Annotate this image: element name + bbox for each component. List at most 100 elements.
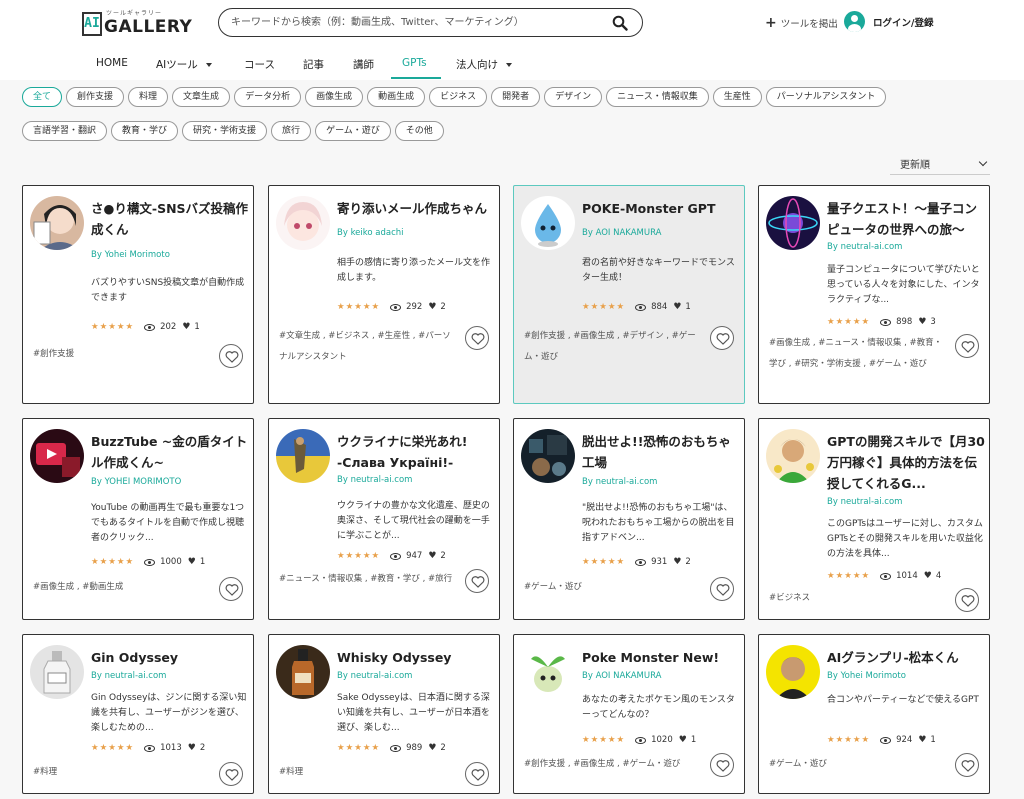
gpt-card[interactable]: Gin Odyssey By neutral-ai.com Gin Odysse… — [22, 634, 254, 794]
filter-chip[interactable]: 生産性 — [712, 87, 762, 107]
sort-select[interactable]: 更新順 — [890, 153, 990, 175]
filter-chip[interactable]: ゲーム・遊び — [315, 121, 391, 141]
card-author[interactable]: By YOHEI MORIMOTO — [91, 477, 181, 487]
like-button[interactable] — [710, 753, 734, 777]
card-author[interactable]: By keiko adachi — [337, 228, 404, 238]
filter-chip[interactable]: 開発者 — [491, 87, 541, 107]
logo-word: GALLERY — [104, 17, 193, 37]
filter-chip[interactable]: 料理 — [128, 87, 169, 107]
card-author[interactable]: By neutral-ai.com — [827, 242, 902, 252]
heart-icon: ♥ — [673, 557, 682, 567]
avatar — [521, 645, 575, 699]
like-button[interactable] — [465, 326, 489, 350]
login-button[interactable]: ログイン/登録 — [844, 11, 933, 32]
filter-chip[interactable]: デザイン — [544, 87, 603, 107]
like-button[interactable] — [955, 588, 979, 612]
rating-stars: ★★★★★ — [91, 557, 135, 567]
nav-articles[interactable]: 記事 — [303, 57, 324, 72]
search-bar — [218, 8, 643, 37]
gpt-card[interactable]: ウクライナに栄光あれ! -Слава Україні!- By neutral-… — [268, 418, 500, 620]
like-button[interactable] — [219, 344, 243, 368]
user-icon — [844, 11, 865, 32]
card-author[interactable]: By neutral-ai.com — [337, 475, 412, 485]
filter-chip[interactable]: 文章生成 — [172, 87, 231, 107]
card-stats: ★★★★★ 1014 ♥ 4 — [827, 571, 941, 581]
filter-chip[interactable]: 研究・学術支援 — [182, 121, 268, 141]
gpt-card[interactable]: Whisky Odyssey By neutral-ai.com Sake Od… — [268, 634, 500, 794]
heart-outline-icon — [471, 576, 485, 588]
like-button[interactable] — [710, 326, 734, 350]
like-button[interactable] — [219, 577, 243, 601]
view-count: 947 — [406, 551, 423, 561]
like-button[interactable] — [955, 334, 979, 358]
like-count: 1 — [690, 735, 697, 745]
search-icon[interactable] — [612, 15, 628, 31]
like-button[interactable] — [465, 569, 489, 593]
card-author[interactable]: By neutral-ai.com — [337, 671, 412, 681]
gpt-card[interactable]: 量子クエスト！〜量子コンピュータの世界への旅〜 By neutral-ai.co… — [758, 185, 990, 404]
like-count: 3 — [930, 317, 936, 327]
like-button[interactable] — [710, 577, 734, 601]
filter-chip[interactable]: 画像生成 — [305, 87, 364, 107]
avatar — [30, 429, 84, 483]
card-author[interactable]: By neutral-ai.com — [827, 497, 902, 507]
gpt-card[interactable]: さ●り構文-SNSバズ投稿作成くん By Yohei Morimoto バズりや… — [22, 185, 254, 404]
filter-chip[interactable]: 言語学習・翻訳 — [22, 121, 108, 141]
heart-outline-icon — [961, 595, 975, 607]
filter-chip[interactable]: 旅行 — [271, 121, 312, 141]
gpt-card[interactable]: 寄り添いメール作成ちゃん By keiko adachi 相手の感情に寄り添った… — [268, 185, 500, 404]
nav-courses[interactable]: コース — [244, 57, 275, 72]
gpt-card[interactable]: Poke Monster New! By AOI NAKAMURA あなたの考え… — [513, 634, 745, 794]
card-stats: ★★★★★ 292 ♥ 2 — [337, 302, 446, 312]
view-count: 931 — [651, 557, 668, 567]
like-count: 2 — [440, 551, 446, 561]
card-title: ウクライナに栄光あれ! -Слава Україні!- — [337, 434, 468, 470]
card-tags: #創作支援 — [33, 349, 75, 359]
like-button[interactable] — [955, 753, 979, 777]
gpt-card[interactable]: POKE-Monster GPT By AOI NAKAMURA 君の名前や好き… — [513, 185, 745, 404]
filter-chip[interactable]: ニュース・情報収集 — [606, 87, 709, 107]
card-author[interactable]: By Yohei Morimoto — [827, 671, 906, 681]
heart-outline-icon — [225, 351, 239, 363]
nav-business[interactable]: 法人向け — [456, 57, 512, 72]
like-button[interactable] — [219, 762, 243, 786]
gpt-card[interactable]: 脱出せよ!!恐怖のおもちゃ工場 By neutral-ai.com "脱出せよ!… — [513, 418, 745, 620]
view-count: 1014 — [896, 571, 918, 581]
card-title: GPTの開発スキルで【月30万円稼ぐ】具体的方法を伝授してくれるG... — [827, 434, 985, 491]
filter-chip[interactable]: 創作支援 — [66, 87, 125, 107]
card-author[interactable]: By AOI NAKAMURA — [582, 228, 661, 238]
nav-home[interactable]: HOME — [96, 57, 128, 69]
logo-subtitle: ツールギャラリー — [106, 10, 163, 17]
card-stats: ★★★★★ 931 ♥ 2 — [582, 557, 691, 567]
nav-gpts[interactable]: GPTs — [402, 57, 427, 69]
card-description: 君の名前や好きなキーワードでモンスター生成！ — [582, 258, 735, 283]
caret-down-icon — [506, 62, 512, 67]
gpt-card[interactable]: AIグランプリ-松本くん By Yohei Morimoto 合コンやパーティー… — [758, 634, 990, 794]
gpt-card[interactable]: BuzzTube ~金の盾タイトル作成くん~ By YOHEI MORIMOTO… — [22, 418, 254, 620]
filter-chip[interactable]: その他 — [394, 121, 444, 141]
filter-chip[interactable]: ビジネス — [429, 87, 488, 107]
card-author[interactable]: By Yohei Morimoto — [91, 250, 170, 260]
submit-tool-link[interactable]: + ツールを掲出 — [765, 16, 838, 30]
gpt-card[interactable]: GPTの開発スキルで【月30万円稼ぐ】具体的方法を伝授してくれるG... By … — [758, 418, 990, 620]
chevron-down-icon — [978, 157, 988, 167]
heart-outline-icon — [716, 760, 730, 772]
eye-icon — [880, 736, 892, 744]
nav-ai-tools[interactable]: AIツール — [156, 57, 212, 72]
site-logo[interactable]: AI GALLERY ツールギャラリー — [82, 10, 192, 36]
filter-chip[interactable]: 動画生成 — [367, 87, 426, 107]
card-author[interactable]: By neutral-ai.com — [91, 671, 166, 681]
card-description: 合コンやパーティーなどで使えるGPT — [827, 695, 979, 705]
card-author[interactable]: By neutral-ai.com — [582, 477, 657, 487]
like-count: 1 — [685, 302, 691, 312]
filter-chip-all[interactable]: 全て — [22, 87, 63, 107]
card-author[interactable]: By AOI NAKAMURA — [582, 671, 661, 681]
filter-chip[interactable]: データ分析 — [234, 87, 302, 107]
search-input[interactable] — [231, 14, 611, 31]
rating-stars: ★★★★★ — [582, 302, 626, 312]
filter-chip[interactable]: 教育・学び — [111, 121, 179, 141]
nav-instructors[interactable]: 講師 — [353, 57, 374, 72]
submit-tool-label: ツールを掲出 — [780, 19, 838, 30]
filter-chip[interactable]: パーソナルアシスタント — [765, 87, 887, 107]
like-button[interactable] — [465, 762, 489, 786]
